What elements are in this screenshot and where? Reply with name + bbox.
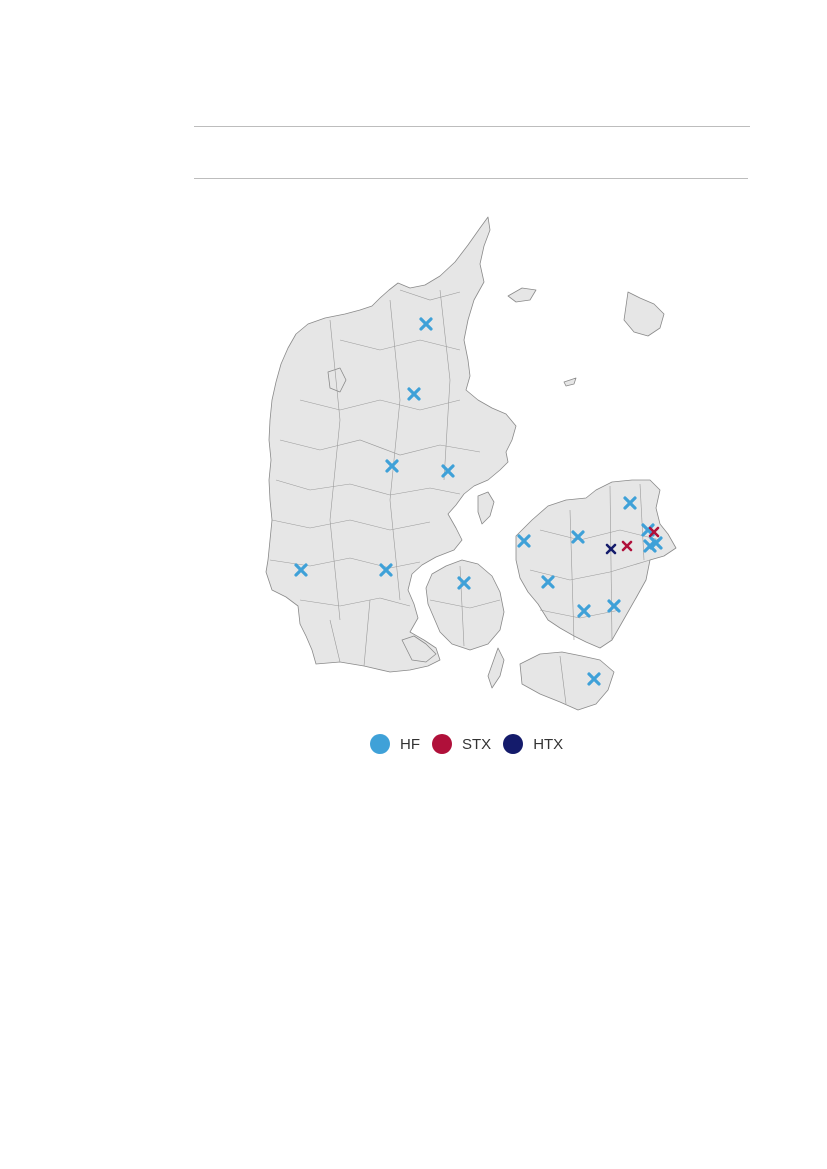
- legend-item-htx[interactable]: HTX: [503, 734, 563, 754]
- langeland-island: [487, 647, 505, 689]
- lolland-falster-region: [519, 651, 615, 711]
- legend-label-hf: HF: [400, 735, 420, 753]
- htx-swatch: [503, 734, 524, 754]
- legend-label-htx: HTX: [533, 735, 564, 753]
- zealand-region: [515, 479, 677, 649]
- samso-island: [477, 491, 495, 525]
- legend: HF STX HTX: [370, 732, 575, 756]
- funen-region: [425, 559, 505, 651]
- anholt-island: [563, 377, 577, 387]
- hf-swatch: [370, 734, 390, 754]
- legend-label-stx: STX: [462, 735, 492, 753]
- laeso-island: [507, 287, 537, 303]
- legend-item-stx[interactable]: STX: [432, 734, 491, 754]
- land-layer: [265, 216, 677, 711]
- legend-item-hf[interactable]: HF: [370, 734, 420, 754]
- bornholm-region: [623, 291, 665, 337]
- denmark-map: [265, 216, 677, 711]
- stx-swatch: [432, 734, 452, 754]
